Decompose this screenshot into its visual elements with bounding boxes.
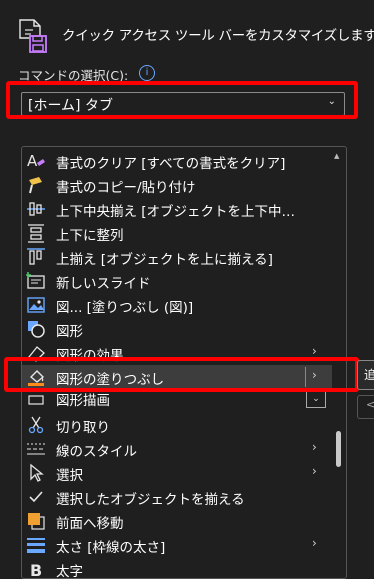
drawing-icon bbox=[28, 395, 44, 405]
list-item-clear-format[interactable]: A 書式のクリア [すべての書式をクリア] bbox=[22, 149, 332, 173]
chevron-left-icon: < bbox=[366, 398, 374, 411]
list-item-drawing[interactable]: 図形描画 ⌄ bbox=[22, 390, 332, 415]
dialog-header: クイック アクセス ツール バーをカスタマイズします。 bbox=[16, 14, 374, 54]
submenu-arrow-icon: › bbox=[312, 464, 317, 478]
scissors-icon bbox=[28, 416, 44, 434]
list-item-cut[interactable]: 切り取り bbox=[22, 413, 332, 437]
line-style-icon bbox=[27, 443, 45, 455]
new-slide-icon bbox=[26, 272, 45, 289]
list-item-line-weight[interactable]: 太さ [枠線の太さ] › bbox=[22, 533, 332, 557]
list-item-bold[interactable]: B 太字 bbox=[22, 557, 332, 579]
list-item-distribute-vertical[interactable]: 上下に整列 bbox=[22, 221, 332, 245]
list-item-align-selected[interactable]: 選択したオブジェクトを揃える bbox=[22, 485, 332, 509]
picture-fill-icon bbox=[27, 297, 45, 313]
submenu-arrow-icon: › bbox=[312, 440, 317, 454]
distribute-vertical-icon bbox=[28, 224, 44, 243]
bring-forward-icon bbox=[28, 513, 45, 530]
add-button[interactable]: 追 bbox=[357, 360, 374, 390]
red-highlight-box bbox=[6, 81, 358, 119]
list-item-line-style[interactable]: 線のスタイル › bbox=[22, 437, 332, 461]
scroll-thumb[interactable] bbox=[336, 431, 341, 467]
list-item-new-slide[interactable]: 新しいスライド bbox=[22, 269, 332, 293]
scroll-up-icon[interactable]: ▲ bbox=[334, 152, 339, 160]
svg-text:A: A bbox=[27, 152, 38, 170]
list-item-align-middle[interactable]: 上下中央揃え [オブジェクトを上下中… bbox=[22, 197, 332, 221]
line-weight-icon bbox=[27, 538, 45, 553]
list-item-bring-forward[interactable]: 前面へ移動 bbox=[22, 509, 332, 533]
dropdown-toggle-button[interactable]: ⌄ bbox=[306, 390, 326, 408]
format-painter-icon bbox=[29, 177, 42, 194]
select-cursor-icon bbox=[30, 463, 44, 482]
list-item-shapes[interactable]: 図形 bbox=[22, 317, 332, 341]
clear-format-icon: A bbox=[27, 152, 45, 170]
remove-button[interactable]: < bbox=[357, 395, 374, 419]
shapes-icon bbox=[28, 321, 45, 338]
submenu-arrow-icon: › bbox=[312, 536, 317, 550]
dialog-title: クイック アクセス ツール バーをカスタマイズします。 bbox=[62, 28, 374, 44]
list-item-picture-fill[interactable]: 図... [塗りつぶし (図)] bbox=[22, 293, 332, 317]
checkmark-icon bbox=[29, 491, 43, 503]
svg-text:B: B bbox=[30, 561, 42, 579]
list-item-select[interactable]: 選択 › bbox=[22, 461, 332, 485]
submenu-arrow-icon: › bbox=[312, 344, 317, 358]
red-highlight-box-selected bbox=[4, 357, 359, 392]
list-item-format-painter[interactable]: 書式のコピー/貼り付け bbox=[22, 173, 332, 197]
bold-icon: B bbox=[30, 561, 42, 579]
list-item-align-top[interactable]: 上揃え [オブジェクトを上に揃える] bbox=[22, 245, 332, 269]
align-top-icon bbox=[27, 248, 45, 265]
align-middle-icon bbox=[27, 202, 45, 216]
qat-customize-icon bbox=[19, 19, 47, 53]
info-icon[interactable]: i bbox=[139, 65, 155, 81]
